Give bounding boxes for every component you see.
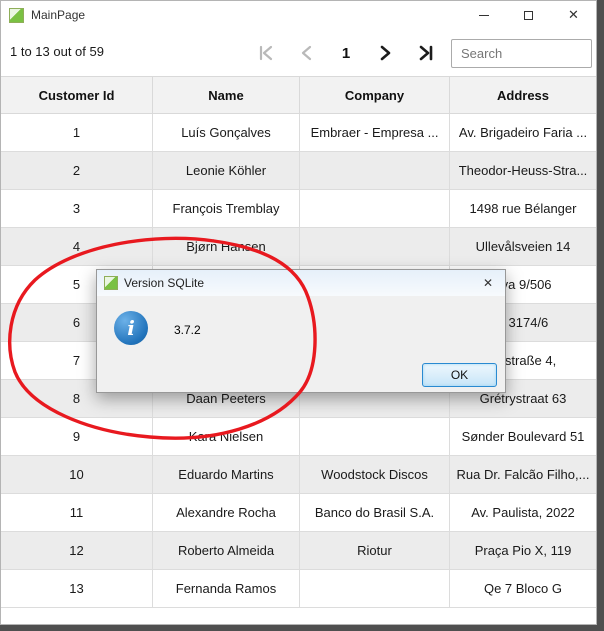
window-title: MainPage (31, 8, 85, 22)
table-cell[interactable]: Alexandre Rocha (153, 494, 300, 531)
table-cell[interactable]: 2 (1, 152, 153, 189)
close-icon: ✕ (568, 7, 579, 23)
record-range-status: 1 to 13 out of 59 (10, 44, 104, 59)
table-cell[interactable]: Bjørn Hansen (153, 228, 300, 265)
table-row[interactable]: 3François Tremblay 1498 rue Bélanger (1, 190, 596, 228)
next-page-button[interactable] (372, 38, 398, 68)
table-cell[interactable]: 3 (1, 190, 153, 227)
dialog-message: 3.7.2 (174, 323, 201, 337)
table-cell[interactable]: Av. Paulista, 2022 (450, 494, 596, 531)
column-header-customer-id[interactable]: Customer Id (1, 77, 153, 113)
table-cell[interactable]: 10 (1, 456, 153, 493)
table-cell[interactable]: 11 (1, 494, 153, 531)
column-header-address[interactable]: Address (450, 77, 596, 113)
table-cell[interactable]: Eduardo Martins (153, 456, 300, 493)
dialog-title: Version SQLite (124, 276, 204, 290)
table-cell[interactable]: 9 (1, 418, 153, 455)
table-cell[interactable]: Embraer - Empresa ... (300, 114, 450, 151)
table-cell[interactable]: Kara Nielsen (153, 418, 300, 455)
table-cell[interactable]: Fernanda Ramos (153, 570, 300, 607)
dialog-app-icon (104, 276, 118, 290)
table-row[interactable]: 1Luís GonçalvesEmbraer - Empresa ...Av. … (1, 114, 596, 152)
table-cell[interactable]: 12 (1, 532, 153, 569)
table-cell[interactable] (300, 570, 450, 607)
pagination-bar: 1 to 13 out of 59 1 (1, 29, 596, 76)
table-cell[interactable]: François Tremblay (153, 190, 300, 227)
ok-button[interactable]: OK (422, 363, 497, 387)
first-page-button[interactable] (253, 38, 279, 68)
table-cell[interactable]: Roberto Almeida (153, 532, 300, 569)
column-header-name[interactable]: Name (153, 77, 300, 113)
table-cell[interactable]: Woodstock Discos (300, 456, 450, 493)
table-row[interactable]: 2Leonie Köhler Theodor-Heuss-Stra... (1, 152, 596, 190)
table-cell[interactable]: 4 (1, 228, 153, 265)
version-dialog: Version SQLite ✕ i 3.7.2 OK (96, 269, 506, 393)
main-window: MainPage ✕ 1 to 13 out of 59 1 (0, 0, 597, 625)
search-input[interactable] (451, 39, 592, 68)
table-cell[interactable] (300, 152, 450, 189)
minimize-icon (479, 15, 489, 16)
table-row[interactable]: 11Alexandre RochaBanco do Brasil S.A.Av.… (1, 494, 596, 532)
maximize-icon (524, 11, 533, 20)
maximize-button[interactable] (506, 1, 551, 29)
table-cell[interactable]: Qe 7 Bloco G (450, 570, 596, 607)
table-cell[interactable]: 1498 rue Bélanger (450, 190, 596, 227)
dialog-close-icon: ✕ (483, 276, 493, 290)
table-cell[interactable]: Luís Gonçalves (153, 114, 300, 151)
table-row[interactable]: 9Kara Nielsen Sønder Boulevard 51 (1, 418, 596, 456)
app-icon (9, 8, 24, 23)
table-cell[interactable] (300, 418, 450, 455)
table-cell[interactable]: Theodor-Heuss-Stra... (450, 152, 596, 189)
dialog-close-button[interactable]: ✕ (471, 270, 505, 296)
table-cell[interactable]: 13 (1, 570, 153, 607)
dialog-title-bar[interactable]: Version SQLite ✕ (97, 270, 505, 296)
table-header: Customer Id Name Company Address (1, 76, 596, 114)
previous-page-button[interactable] (294, 38, 320, 68)
table-row[interactable]: 13Fernanda Ramos Qe 7 Bloco G (1, 570, 596, 608)
minimize-button[interactable] (461, 1, 506, 29)
dialog-body: i 3.7.2 OK (97, 296, 505, 393)
table-cell[interactable]: Leonie Köhler (153, 152, 300, 189)
table-row[interactable]: 4Bjørn Hansen Ullevålsveien 14 (1, 228, 596, 266)
table-cell[interactable]: Banco do Brasil S.A. (300, 494, 450, 531)
table-cell[interactable]: Praça Pio X, 119 (450, 532, 596, 569)
column-header-company[interactable]: Company (300, 77, 450, 113)
table-cell[interactable]: Rua Dr. Falcão Filho,... (450, 456, 596, 493)
title-bar[interactable]: MainPage ✕ (1, 1, 596, 29)
table-cell[interactable] (300, 190, 450, 227)
close-button[interactable]: ✕ (551, 1, 596, 29)
table-cell[interactable] (300, 228, 450, 265)
table-cell[interactable]: 1 (1, 114, 153, 151)
current-page-number: 1 (335, 45, 357, 62)
table-cell[interactable]: Ullevålsveien 14 (450, 228, 596, 265)
info-icon: i (114, 311, 148, 345)
table-cell[interactable]: Sønder Boulevard 51 (450, 418, 596, 455)
table-cell[interactable]: Riotur (300, 532, 450, 569)
table-row[interactable]: 12Roberto AlmeidaRioturPraça Pio X, 119 (1, 532, 596, 570)
last-page-button[interactable] (413, 38, 439, 68)
pagination-nav: 1 (253, 37, 439, 69)
table-cell[interactable]: Av. Brigadeiro Faria ... (450, 114, 596, 151)
table-row[interactable]: 10Eduardo MartinsWoodstock DiscosRua Dr.… (1, 456, 596, 494)
